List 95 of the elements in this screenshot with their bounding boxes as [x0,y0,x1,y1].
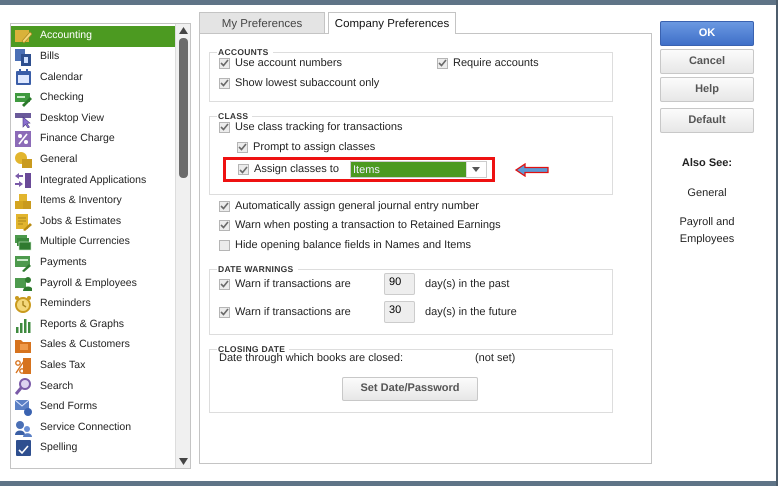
checkmark-icon [239,166,248,174]
sidebar-item[interactable]: Finance Charge [11,128,175,150]
scroll-down-icon [178,458,188,465]
sidebar-item[interactable]: General [11,150,175,170]
card-pencil-icon [14,254,32,272]
checkbox[interactable] [219,58,230,68]
also-see-link[interactable]: Payroll and Employees [667,214,747,247]
left-arrow-icon [515,162,549,176]
sidebar-item[interactable]: Payroll & Employees [11,273,175,294]
sidebar-item[interactable]: Send Forms [11,396,175,418]
sidebar-item[interactable]: Items & Inventory [11,190,175,212]
closing-date-label: Date through which books are closed: [219,352,404,366]
checkbox[interactable] [238,164,249,175]
option-label: day(s) in the future [425,304,517,320]
preferences-tab[interactable]: Company Preferences [328,12,456,34]
also-see-link[interactable]: General [667,184,747,201]
section-title: ACCOUNTS [217,47,273,58]
option-label: Require accounts [453,56,539,71]
option-label: Assign classes to [254,162,339,178]
sidebar-item[interactable]: Calendar [11,67,175,88]
option-label: Warn when posting a transaction to Retained Earnings [235,218,501,233]
sidebar-item[interactable]: Accounting [11,26,175,47]
sidebar-item[interactable]: Checking [11,88,175,108]
person-card-icon [14,274,32,292]
option-label: Automatically assign general journal entry number [235,198,479,214]
shapes-icon [14,150,32,169]
checkbox[interactable] [219,278,230,290]
preferences-tab[interactable]: My Preferences [199,12,325,33]
option-label: Show lowest subaccount only [235,76,380,91]
sidebar-item[interactable]: Sales Tax [11,356,175,376]
checkbox[interactable] [219,78,230,88]
checkbox[interactable] [437,58,448,68]
checkmark-icon [238,143,247,151]
checkbox[interactable] [219,200,230,212]
calendar-icon [14,68,32,86]
scrollbar[interactable] [175,24,190,468]
sidebar-item[interactable]: Desktop View [11,108,175,129]
set-date-password-button[interactable]: Set Date/Password [342,376,478,400]
option-label: day(s) in the past [425,276,510,292]
checkmark-icon [220,79,229,87]
option-label: Warn if transactions are [235,276,352,292]
checkmark-icon [220,280,229,288]
dialog-button[interactable]: OK [660,21,754,46]
checkmark-icon [438,59,447,67]
checkbox[interactable] [219,240,230,250]
document-icon [14,48,32,66]
checkmark-icon [220,123,229,131]
sidebar-item[interactable]: Reminders [11,294,175,314]
option-label: Use class tracking for transactions [235,120,403,135]
banknotes-icon [14,233,32,252]
dialog-button[interactable]: Cancel [660,49,754,74]
dialog-button[interactable]: Default [660,108,754,133]
checkbox[interactable] [219,122,230,132]
option-label: Use account numbers [235,56,342,71]
scroll-up-icon [178,27,188,34]
sidebar-item[interactable]: Integrated Applications [11,170,175,191]
closing-date-value: (not set) [475,351,516,366]
sidebar-item[interactable]: Sales & Customers [11,334,175,356]
checkmark-icon [220,308,229,316]
checkmark-icon [220,59,229,67]
document-pencil-icon [14,212,32,231]
caret-icon [472,167,480,172]
section-title: CLASS [217,111,252,122]
option-label: Hide opening balance fields in Names and Items [235,238,472,253]
sidebar-item[interactable]: Spelling [11,438,175,458]
sidebar-item[interactable]: Search [11,376,175,397]
people-icon [14,418,32,437]
envelope-icon [14,398,32,416]
percent-icon [14,130,32,148]
checkbox[interactable] [219,306,230,318]
checkmark-icon [220,202,229,210]
option-label: Prompt to assign classes [253,140,376,155]
option-label: Warn if transactions are [235,304,352,320]
sidebar-item[interactable]: Reports & Graphs [11,314,175,335]
sidebar-item[interactable]: Bills [11,46,175,68]
scroll-thumb[interactable] [178,38,188,178]
search-icon [14,377,32,396]
dialog-button[interactable]: Help [660,77,754,102]
arrows-icon [14,171,32,190]
spellcheck-icon [14,439,32,458]
boxes-icon [14,192,32,210]
sidebar-item[interactable]: Multiple Currencies [11,232,175,253]
notebook-pencil-icon [14,27,32,46]
days-field[interactable]: 30 [384,301,415,323]
days-field[interactable]: 90 [384,273,415,295]
percent-document-icon [14,356,32,375]
sidebar-item[interactable]: Payments [11,252,175,274]
sidebar-item[interactable]: Service Connection [11,417,175,438]
checkbox[interactable] [219,220,230,230]
checkbox[interactable] [237,142,248,152]
alarm-clock-icon [14,295,32,314]
sidebar-item[interactable]: Jobs & Estimates [11,211,175,232]
section-title: DATE WARNINGS [217,264,298,275]
checkmark-icon [220,221,229,229]
also-see-title: Also See: [682,156,732,171]
